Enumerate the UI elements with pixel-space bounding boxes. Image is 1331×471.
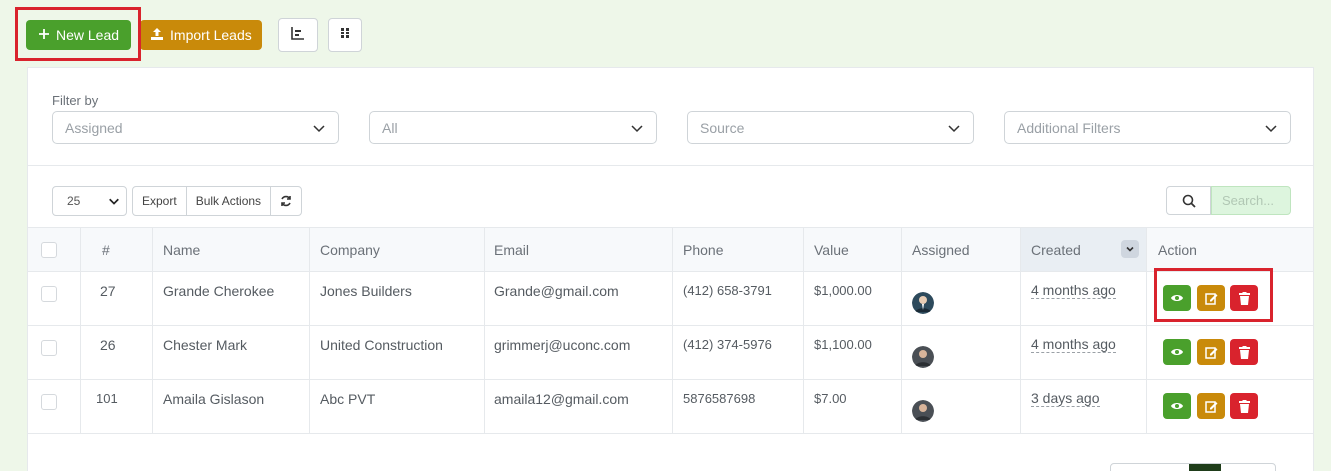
- col-action: Action: [1158, 241, 1197, 258]
- row-value: $1,000.00: [814, 283, 872, 298]
- filter-divider: [28, 165, 1313, 166]
- page-length-value: 25: [67, 194, 81, 208]
- search-button[interactable]: [1166, 186, 1211, 215]
- view-button[interactable]: [1163, 339, 1191, 365]
- assigned-avatar[interactable]: [912, 400, 934, 422]
- additional-filters-select[interactable]: Additional Filters: [1004, 111, 1291, 144]
- assigned-avatar[interactable]: [912, 292, 934, 314]
- filter-by-label: Filter by: [52, 93, 99, 108]
- row-name[interactable]: Amaila Gislason: [163, 372, 264, 425]
- row-created: 3 days ago: [1031, 372, 1100, 425]
- row-value: $1,100.00: [814, 337, 872, 352]
- row-name[interactable]: Grande Cherokee: [163, 264, 274, 317]
- row-created: 4 months ago: [1031, 318, 1116, 371]
- new-lead-highlight-box: [15, 7, 141, 61]
- edit-button[interactable]: [1197, 339, 1225, 365]
- created-time: 3 days ago: [1031, 390, 1100, 407]
- row-id: 101: [96, 391, 118, 406]
- edit-icon: [1204, 400, 1217, 413]
- delete-button[interactable]: [1230, 393, 1258, 419]
- created-time: 4 months ago: [1031, 336, 1116, 353]
- chevron-down-icon: [1265, 124, 1277, 132]
- row-value: $7.00: [814, 391, 847, 406]
- export-button[interactable]: Export: [133, 187, 187, 215]
- leads-card: Filter by Assigned All Source Additional…: [27, 67, 1314, 471]
- row-checkbox[interactable]: [41, 286, 57, 302]
- row-email[interactable]: grimmerj@uconc.com: [494, 318, 630, 371]
- sort-desc-button[interactable]: [1121, 240, 1139, 258]
- trash-icon: [1238, 399, 1250, 413]
- row-company: Abc PVT: [320, 390, 376, 407]
- select-all-checkbox[interactable]: [41, 242, 57, 258]
- bulk-actions-button[interactable]: Bulk Actions: [187, 187, 272, 215]
- pagination: [1110, 463, 1276, 471]
- refresh-icon: [281, 195, 291, 207]
- assigned-avatar[interactable]: [912, 346, 934, 368]
- grid-view-button[interactable]: [327, 18, 362, 52]
- edit-icon: [1204, 346, 1217, 359]
- status-filter-select[interactable]: All: [369, 111, 657, 144]
- chart-icon: [290, 26, 305, 45]
- table-action-group: Export Bulk Actions: [132, 186, 303, 216]
- row-email[interactable]: Grande@gmail.com: [494, 264, 619, 317]
- source-filter-select[interactable]: Source: [687, 111, 974, 144]
- action-buttons-highlight-box: [1154, 268, 1273, 322]
- col-created-label: Created: [1031, 241, 1081, 258]
- refresh-button[interactable]: [271, 187, 301, 215]
- chevron-down-icon: [109, 198, 119, 205]
- source-filter-text: Source: [700, 119, 745, 136]
- chevron-down-icon: [313, 124, 325, 132]
- status-filter-text: All: [382, 119, 398, 136]
- chart-view-button[interactable]: [277, 18, 318, 52]
- table-row: 101 Amaila Gislason Abc PVT amaila12@gma…: [28, 380, 1313, 434]
- chevron-down-icon: [1126, 246, 1134, 252]
- current-page-button[interactable]: [1189, 464, 1221, 471]
- search-input[interactable]: Search...: [1211, 186, 1291, 215]
- import-leads-label: Import Leads: [170, 27, 252, 43]
- row-created: 4 months ago: [1031, 264, 1116, 317]
- row-name[interactable]: Chester Mark: [163, 318, 247, 371]
- row-company: United Construction: [320, 336, 443, 353]
- edit-button[interactable]: [1197, 393, 1225, 419]
- row-company: Jones Builders: [320, 282, 412, 299]
- chevron-down-icon: [631, 124, 643, 132]
- col-assigned[interactable]: Assigned: [912, 228, 970, 271]
- row-id: 27: [100, 282, 116, 299]
- assigned-filter-text: Assigned: [65, 119, 123, 136]
- upload-icon: [150, 27, 164, 44]
- row-phone: (412) 374-5976: [683, 337, 772, 352]
- view-button[interactable]: [1163, 393, 1191, 419]
- row-checkbox[interactable]: [41, 340, 57, 356]
- chevron-down-icon: [948, 124, 960, 132]
- row-phone: 5876587698: [683, 391, 756, 406]
- delete-button[interactable]: [1230, 339, 1258, 365]
- assigned-filter-select[interactable]: Assigned: [52, 111, 339, 144]
- trash-icon: [1238, 345, 1250, 359]
- row-email[interactable]: amaila12@gmail.com: [494, 372, 629, 425]
- grid-icon: [340, 26, 350, 44]
- created-time: 4 months ago: [1031, 282, 1116, 299]
- search-icon: [1182, 194, 1196, 208]
- eye-icon: [1171, 349, 1183, 355]
- row-checkbox[interactable]: [41, 394, 57, 410]
- row-phone: (412) 658-3791: [683, 283, 772, 298]
- page-length-select[interactable]: 25: [52, 186, 127, 216]
- import-leads-button[interactable]: Import Leads: [140, 20, 262, 50]
- eye-icon: [1171, 403, 1183, 409]
- row-id: 26: [100, 336, 116, 353]
- additional-filters-text: Additional Filters: [1017, 119, 1121, 136]
